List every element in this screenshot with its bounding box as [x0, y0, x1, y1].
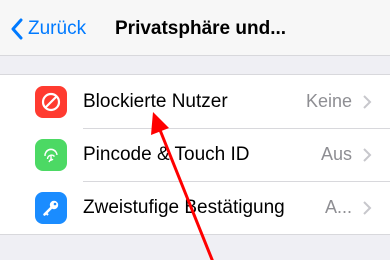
chevron-right-icon [363, 200, 372, 215]
row-blocked-users[interactable]: Blockierte Nutzer Keine [0, 75, 390, 128]
back-button-label: Zurück [28, 18, 87, 39]
chevron-left-icon [11, 18, 23, 40]
row-value: Keine [305, 91, 352, 111]
navigation-bar: Zurück Privatsphäre und... [0, 0, 390, 56]
row-passcode-touch-id[interactable]: Pincode & Touch ID Aus [0, 128, 390, 181]
row-label: Pincode & Touch ID [83, 143, 250, 165]
row-label: Blockierte Nutzer [83, 90, 228, 112]
chevron-right-icon [363, 147, 372, 162]
row-value: A... [324, 197, 352, 217]
chevron-right-icon [363, 94, 372, 109]
back-button[interactable]: Zurück [10, 15, 86, 43]
row-value: Aus [320, 144, 352, 164]
page-title: Privatsphäre und... [115, 18, 287, 39]
blocked-icon [35, 85, 67, 118]
row-two-step-verification[interactable]: Zweistufige Bestätigung A... [0, 181, 390, 234]
settings-group: Blockierte Nutzer Keine Pincode & Touch … [0, 74, 390, 235]
key-icon [35, 191, 67, 224]
row-label: Zweistufige Bestätigung [83, 196, 285, 218]
fingerprint-icon [35, 138, 67, 171]
